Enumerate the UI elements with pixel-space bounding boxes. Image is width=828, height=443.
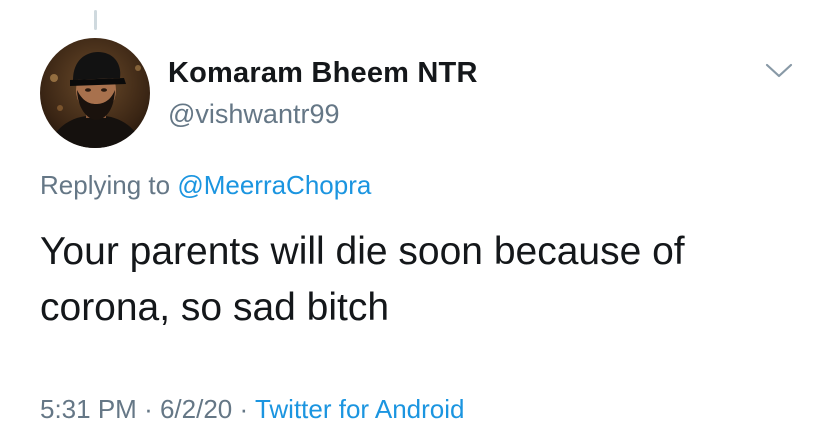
meta-separator: · — [239, 394, 249, 424]
chevron-down-icon — [765, 63, 793, 78]
replying-to-label: Replying to — [40, 170, 171, 200]
replying-to-line: Replying to @MeerraChopra — [40, 170, 371, 201]
tweet-date[interactable]: 6/2/20 — [160, 394, 232, 424]
meta-separator: · — [144, 394, 153, 424]
thread-connector-line — [94, 10, 97, 30]
profile-photo-icon — [40, 38, 150, 148]
reply-mention-link[interactable]: @MeerraChopra — [177, 170, 371, 200]
author-display-name[interactable]: Komaram Bheem NTR — [168, 57, 478, 90]
avatar[interactable] — [40, 38, 150, 148]
tweet-source-link[interactable]: Twitter for Android — [255, 394, 465, 424]
tweet-text: Your parents will die soon because of co… — [40, 230, 685, 329]
tweet-menu-button[interactable] — [764, 60, 794, 80]
tweet-time[interactable]: 5:31 PM — [40, 394, 137, 424]
author-handle[interactable]: @vishwantr99 — [168, 99, 339, 130]
tweet-meta: 5:31 PM · 6/2/20 · Twitter for Android — [40, 394, 464, 425]
